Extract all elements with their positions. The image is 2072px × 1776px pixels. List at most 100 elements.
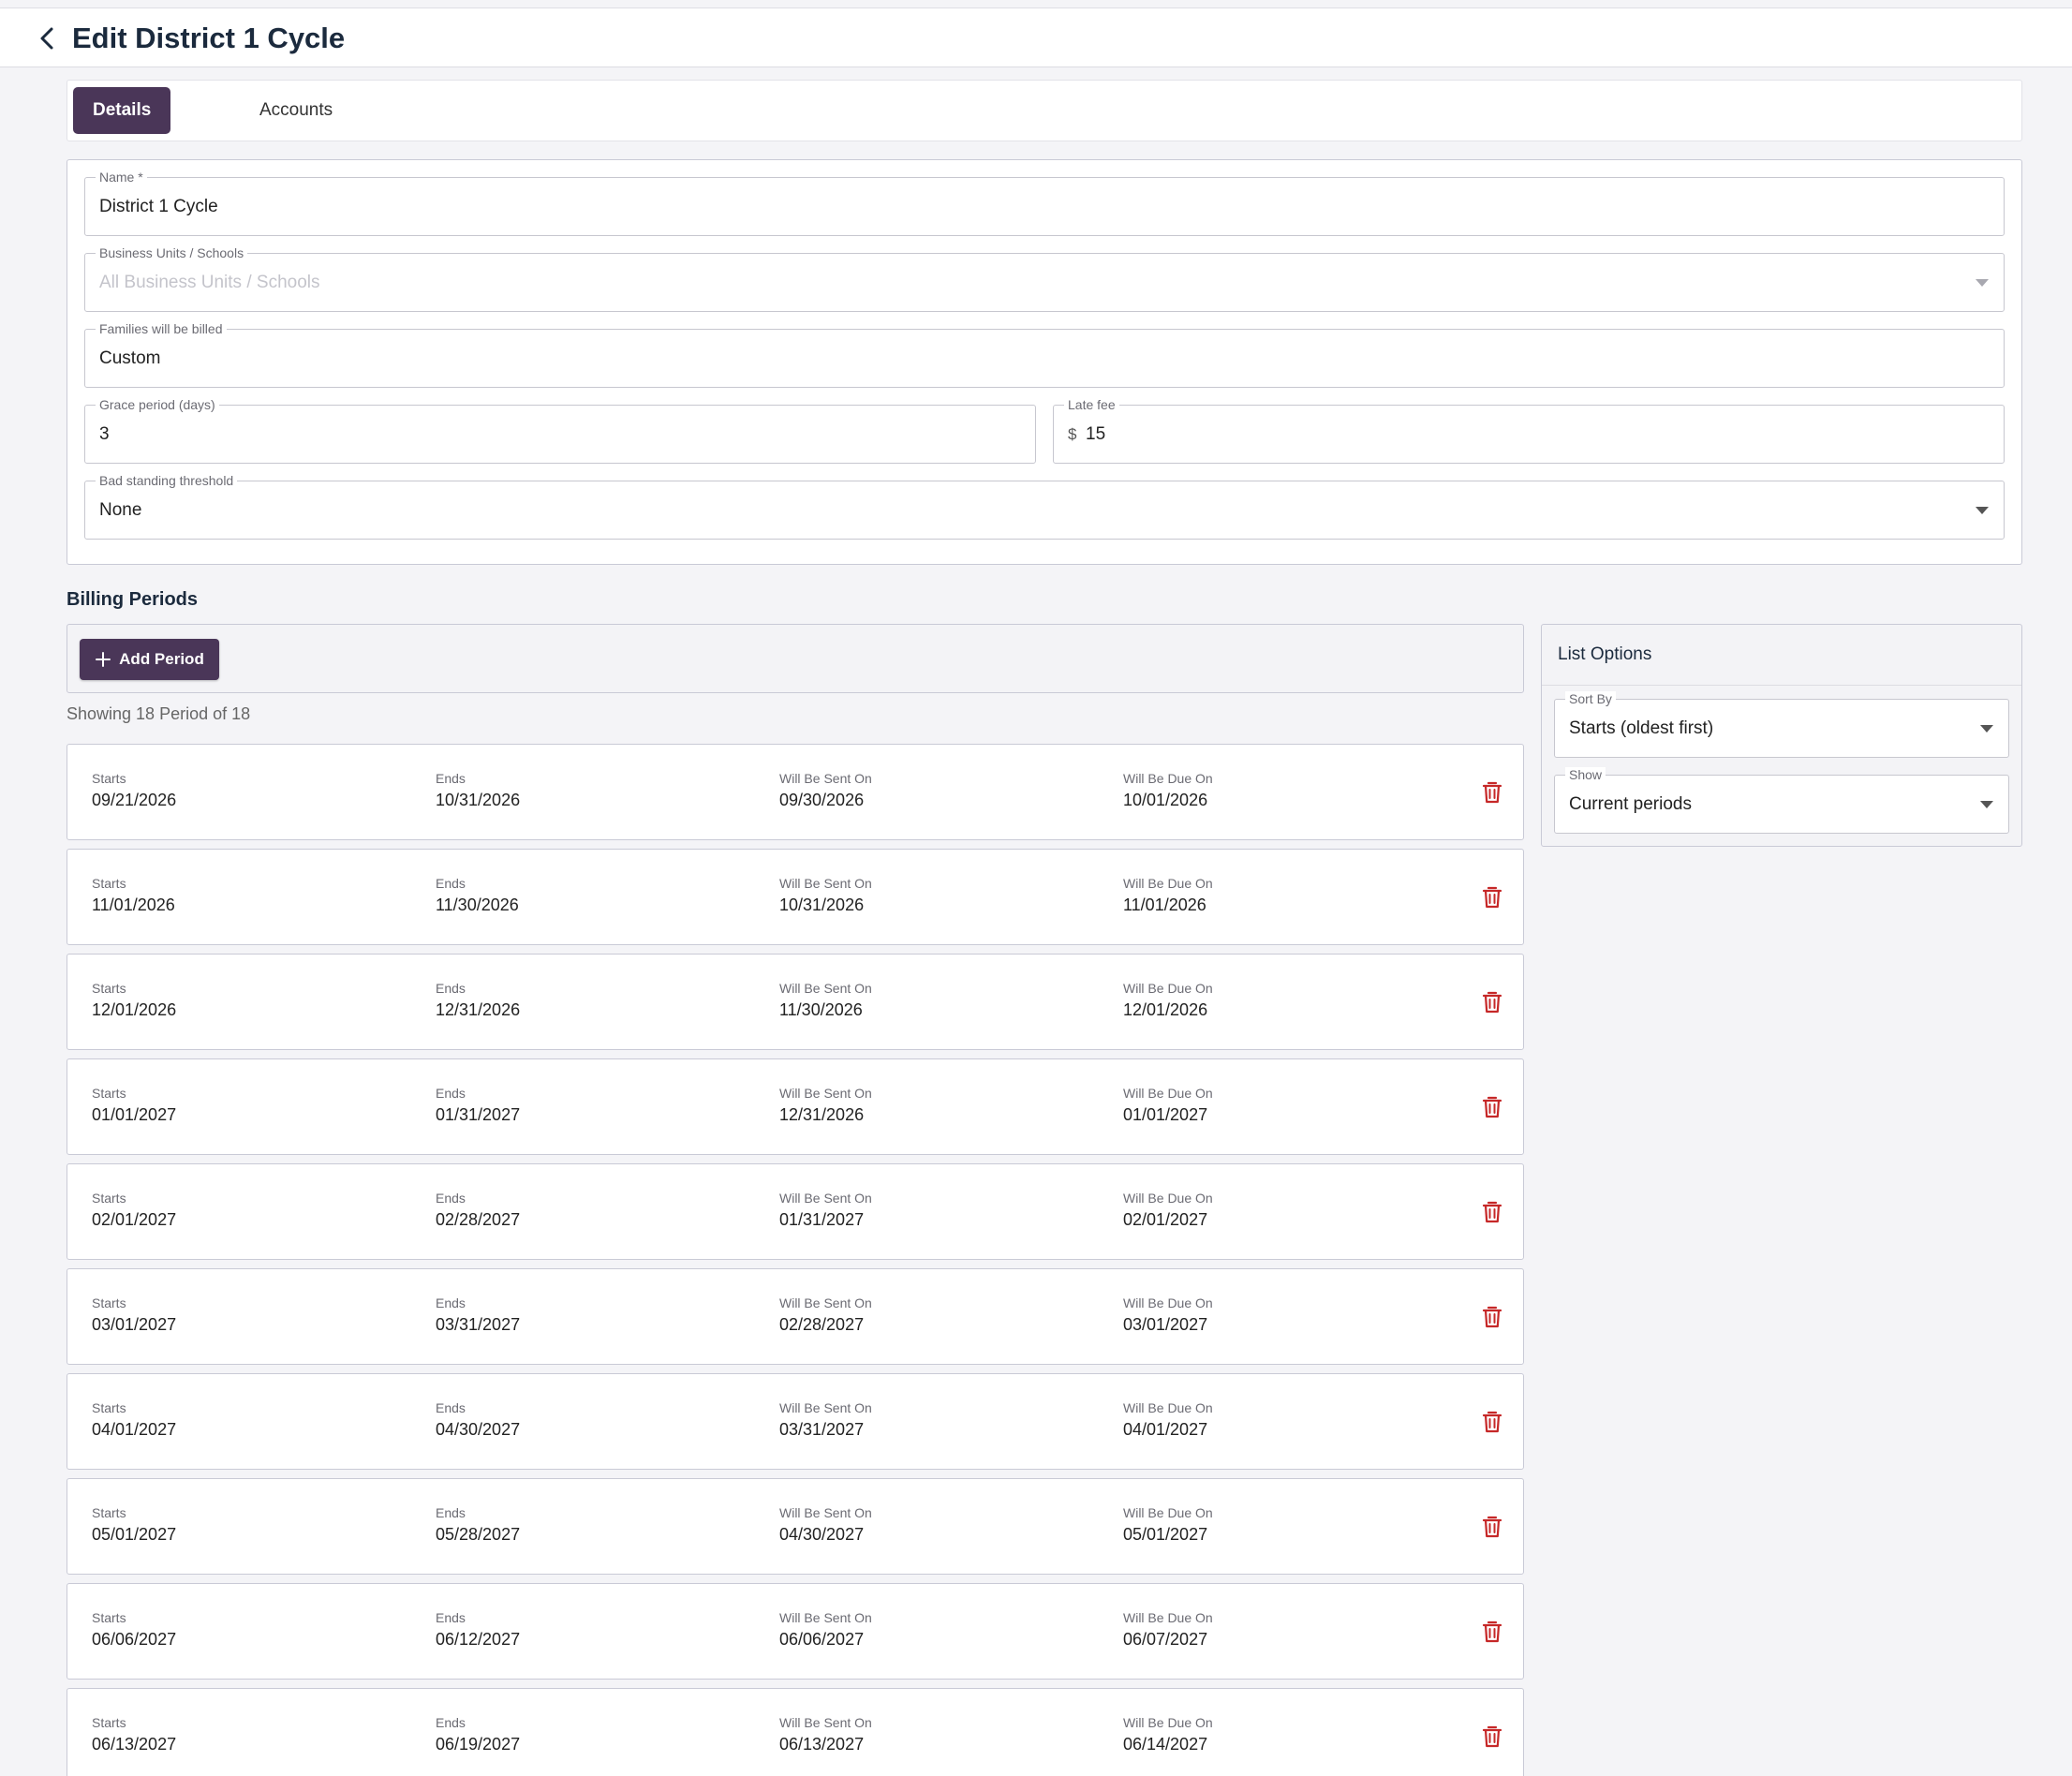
period-row[interactable]: Starts 06/13/2027 Ends 06/19/2027 Will Be Se… — [67, 1688, 1524, 1776]
due-date-value: 03/01/2027 — [1123, 1315, 1208, 1334]
delete-period-button[interactable] — [1482, 780, 1502, 805]
send-date-label: Will Be Sent On — [779, 981, 872, 996]
end-date-cell: Ends 06/19/2027 — [436, 1715, 520, 1755]
due-date-value: 06/14/2027 — [1123, 1735, 1208, 1754]
period-row[interactable]: Starts 01/01/2027 Ends 01/31/2027 Will Be Se… — [67, 1058, 1524, 1155]
end-date-label: Ends — [436, 1610, 466, 1625]
start-date-label: Starts — [92, 1295, 126, 1310]
trash-icon — [1482, 1096, 1502, 1118]
page-header: Edit District 1 Cycle — [0, 8, 2072, 67]
end-date-cell: Ends 01/31/2027 — [436, 1086, 520, 1126]
period-row[interactable]: Starts 03/01/2027 Ends 03/31/2027 Will Be Se… — [67, 1268, 1524, 1365]
start-date-label: Starts — [92, 771, 126, 786]
details-form: Name * District 1 Cycle Business Units /… — [67, 159, 2022, 565]
end-date-label: Ends — [436, 1400, 466, 1415]
start-date-label: Starts — [92, 1505, 126, 1520]
end-date-cell: Ends 11/30/2026 — [436, 876, 519, 916]
send-date-label: Will Be Sent On — [779, 1400, 872, 1415]
delete-period-button[interactable] — [1482, 990, 1502, 1014]
name-field[interactable]: Name * District 1 Cycle — [84, 170, 2005, 236]
end-date-value: 04/30/2027 — [436, 1420, 521, 1439]
start-date-value: 05/01/2027 — [92, 1525, 177, 1544]
delete-period-button[interactable] — [1482, 1305, 1502, 1329]
send-date-value: 02/28/2027 — [779, 1315, 865, 1334]
name-label: Name * — [96, 170, 147, 185]
send-date-cell: Will Be Sent On 10/31/2026 — [779, 876, 872, 916]
end-date-value: 06/19/2027 — [436, 1735, 521, 1754]
tab-details[interactable]: Details — [73, 87, 171, 134]
due-date-cell: Will Be Due On 10/01/2026 — [1123, 771, 1213, 811]
due-date-label: Will Be Due On — [1123, 876, 1213, 891]
send-date-cell: Will Be Sent On 11/30/2026 — [779, 981, 872, 1021]
start-date-label: Starts — [92, 1715, 126, 1730]
back-button[interactable] — [34, 23, 62, 53]
start-date-cell: Starts 06/13/2027 — [92, 1715, 176, 1755]
start-date-cell: Starts 06/06/2027 — [92, 1610, 176, 1650]
caret-down-icon — [1980, 725, 1993, 733]
show-select[interactable]: Show Current periods — [1554, 767, 2009, 834]
sort-by-label: Sort By — [1565, 691, 1616, 706]
bad-standing-select[interactable]: Bad standing threshold None — [84, 473, 2005, 540]
due-date-label: Will Be Due On — [1123, 1505, 1213, 1520]
plus-icon — [96, 652, 111, 667]
trash-icon — [1482, 1621, 1502, 1643]
send-date-value: 10/31/2026 — [779, 895, 865, 914]
end-date-label: Ends — [436, 1086, 466, 1101]
tab-accounts[interactable]: Accounts — [240, 87, 352, 134]
due-date-value: 10/01/2026 — [1123, 791, 1208, 809]
end-date-value: 06/12/2027 — [436, 1630, 521, 1649]
billing-frequency-field[interactable]: Families will be billed Custom — [84, 321, 2005, 388]
delete-period-button[interactable] — [1482, 1095, 1502, 1119]
divider — [1542, 685, 2021, 686]
late-fee-input[interactable]: Late fee $ 15 — [1053, 397, 2005, 464]
send-date-label: Will Be Sent On — [779, 1610, 872, 1625]
end-date-label: Ends — [436, 876, 466, 891]
delete-period-button[interactable] — [1482, 1515, 1502, 1539]
due-date-label: Will Be Due On — [1123, 771, 1213, 786]
delete-period-button[interactable] — [1482, 1724, 1502, 1749]
start-date-cell: Starts 12/01/2026 — [92, 981, 176, 1021]
end-date-value: 12/31/2026 — [436, 1000, 521, 1019]
start-date-cell: Starts 11/01/2026 — [92, 876, 175, 916]
end-date-value: 03/31/2027 — [436, 1315, 521, 1334]
name-value: District 1 Cycle — [99, 197, 218, 216]
due-date-value: 02/01/2027 — [1123, 1210, 1208, 1229]
period-row[interactable]: Starts 06/06/2027 Ends 06/12/2027 Will Be Se… — [67, 1583, 1524, 1680]
due-date-label: Will Be Due On — [1123, 1610, 1213, 1625]
start-date-value: 01/01/2027 — [92, 1105, 177, 1124]
currency-prefix: $ — [1068, 425, 1077, 443]
due-date-value: 01/01/2027 — [1123, 1105, 1208, 1124]
show-label: Show — [1565, 767, 1606, 782]
page-title: Edit District 1 Cycle — [72, 22, 346, 54]
grace-period-value: 3 — [99, 424, 110, 444]
list-options-panel: List Options Sort By Starts (oldest firs… — [1541, 624, 2022, 847]
grace-period-input[interactable]: Grace period (days) 3 — [84, 397, 1036, 464]
period-row[interactable]: Starts 12/01/2026 Ends 12/31/2026 Will Be Se… — [67, 954, 1524, 1050]
start-date-value: 06/13/2027 — [92, 1735, 177, 1754]
start-date-value: 06/06/2027 — [92, 1630, 177, 1649]
delete-period-button[interactable] — [1482, 1620, 1502, 1644]
period-row[interactable]: Starts 04/01/2027 Ends 04/30/2027 Will Be Se… — [67, 1373, 1524, 1470]
end-date-value: 11/30/2026 — [436, 895, 519, 914]
sort-by-select[interactable]: Sort By Starts (oldest first) — [1554, 691, 2009, 758]
delete-period-button[interactable] — [1482, 1200, 1502, 1224]
period-row[interactable]: Starts 11/01/2026 Ends 11/30/2026 Will Be Se… — [67, 849, 1524, 945]
period-row[interactable]: Starts 02/01/2027 Ends 02/28/2027 Will Be Se… — [67, 1163, 1524, 1260]
period-row[interactable]: Starts 05/01/2027 Ends 05/28/2027 Will Be Se… — [67, 1478, 1524, 1575]
business-units-select[interactable]: Business Units / Schools All Business Un… — [84, 245, 2005, 312]
start-date-cell: Starts 01/01/2027 — [92, 1086, 176, 1126]
due-date-value: 12/01/2026 — [1123, 1000, 1208, 1019]
due-date-cell: Will Be Due On 12/01/2026 — [1123, 981, 1213, 1021]
add-period-button[interactable]: Add Period — [80, 639, 219, 680]
billing-frequency-value: Custom — [99, 348, 161, 368]
tab-bar: Details Accounts — [67, 80, 2022, 141]
period-row[interactable]: Starts 09/21/2026 Ends 10/31/2026 Will Be Se… — [67, 744, 1524, 840]
end-date-value: 01/31/2027 — [436, 1105, 521, 1124]
send-date-label: Will Be Sent On — [779, 771, 872, 786]
end-date-value: 10/31/2026 — [436, 791, 521, 809]
due-date-cell: Will Be Due On 06/07/2027 — [1123, 1610, 1213, 1650]
send-date-value: 12/31/2026 — [779, 1105, 865, 1124]
trash-icon — [1482, 1411, 1502, 1433]
delete-period-button[interactable] — [1482, 1410, 1502, 1434]
delete-period-button[interactable] — [1482, 885, 1502, 910]
